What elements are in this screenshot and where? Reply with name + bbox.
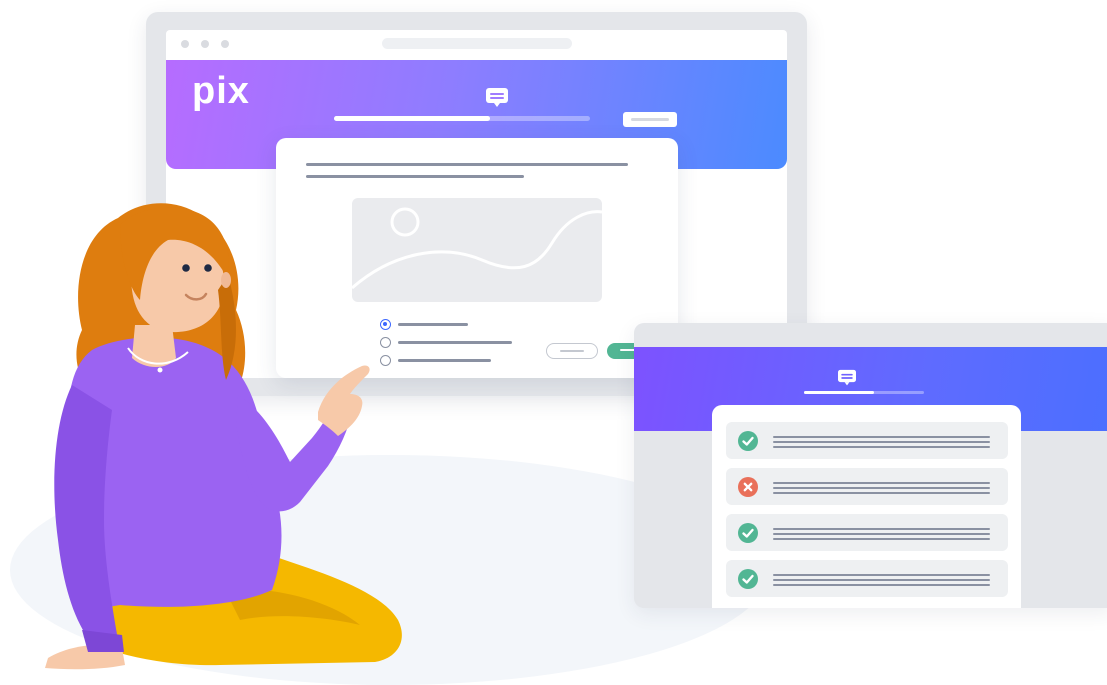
progress-fill: [804, 391, 874, 394]
result-text-line: [773, 446, 990, 448]
header-button[interactable]: [623, 112, 677, 127]
result-row[interactable]: [726, 514, 1008, 551]
results-window: [634, 323, 1107, 608]
result-text-line: [773, 482, 990, 484]
cross-icon: [738, 477, 758, 497]
window-dot-minimize[interactable]: [201, 40, 209, 48]
chat-icon: [486, 88, 508, 107]
result-text-line: [773, 487, 990, 489]
question-text-line: [306, 163, 628, 166]
woman-pointing-illustration: [45, 203, 402, 670]
result-row[interactable]: [726, 422, 1008, 459]
result-row[interactable]: [726, 468, 1008, 505]
result-text-line: [773, 584, 990, 586]
window-dot-close[interactable]: [181, 40, 189, 48]
pix-logo: pix: [192, 70, 250, 112]
question-text-line: [306, 175, 524, 178]
skip-button[interactable]: [546, 343, 598, 359]
window-dot-maximize[interactable]: [221, 40, 229, 48]
result-row[interactable]: [726, 560, 1008, 597]
address-bar[interactable]: [382, 38, 572, 49]
result-text-line: [773, 574, 990, 576]
chat-icon: [838, 369, 856, 386]
progress-bar: [334, 116, 590, 121]
progress-fill: [334, 116, 491, 121]
result-text-line: [773, 441, 990, 443]
check-icon: [738, 569, 758, 589]
progress-bar: [804, 391, 924, 394]
result-text-line: [773, 492, 990, 494]
result-text-line: [773, 538, 990, 540]
result-text-line: [773, 436, 990, 438]
check-icon: [738, 523, 758, 543]
result-text-line: [773, 533, 990, 535]
result-text-line: [773, 579, 990, 581]
check-icon: [738, 431, 758, 451]
results-card: [712, 405, 1021, 608]
result-text-line: [773, 528, 990, 530]
